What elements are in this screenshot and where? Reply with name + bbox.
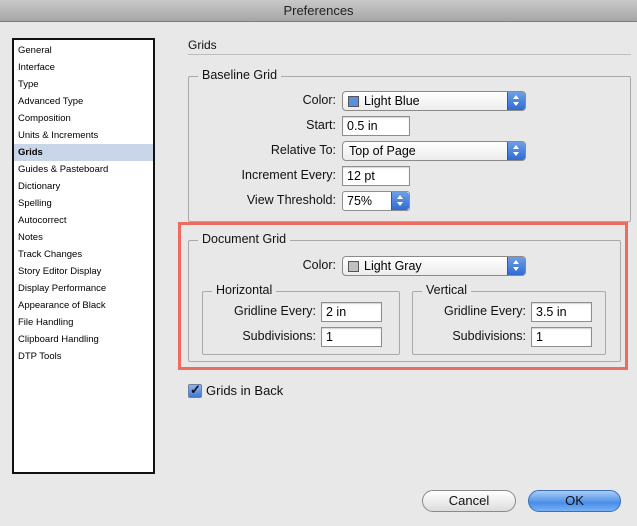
window-title: Preferences	[283, 3, 354, 18]
checkmark-icon: ✓	[190, 382, 201, 397]
window-title-bar: Preferences	[0, 0, 637, 22]
sidebar-item-spelling[interactable]: Spelling	[14, 195, 153, 212]
sidebar-item-appearance-of-black[interactable]: Appearance of Black	[14, 297, 153, 314]
preferences-category-list[interactable]: General Interface Type Advanced Type Composi…	[12, 38, 155, 474]
sidebar-item-dictionary[interactable]: Dictionary	[14, 178, 153, 195]
grids-in-back-label[interactable]: Grids in Back	[206, 383, 283, 398]
sidebar-item-advanced-type[interactable]: Advanced Type	[14, 93, 153, 110]
baseline-color-label: Color:	[302, 93, 336, 107]
section-title: Grids	[188, 38, 217, 52]
relative-to-label: Relative To:	[270, 143, 336, 157]
sidebar-item-file-handling[interactable]: File Handling	[14, 314, 153, 331]
sidebar-item-story-editor-display[interactable]: Story Editor Display	[14, 263, 153, 280]
grids-in-back-checkbox[interactable]: ✓	[188, 382, 202, 398]
sidebar-item-clipboard-handling[interactable]: Clipboard Handling	[14, 331, 153, 348]
view-threshold-stepper[interactable]: 75%	[342, 191, 410, 211]
view-threshold-label: View Threshold:	[246, 193, 336, 207]
sidebar-item-dtp-tools[interactable]: DTP Tools	[14, 348, 153, 365]
baseline-color-popup[interactable]: Light Blue	[342, 91, 526, 111]
relative-to-popup[interactable]: Top of Page	[342, 141, 526, 161]
color-swatch-icon	[348, 96, 359, 107]
baseline-color-value: Light Blue	[364, 94, 420, 108]
baseline-start-label: Start:	[306, 118, 336, 132]
sidebar-item-autocorrect[interactable]: Autocorrect	[14, 212, 153, 229]
view-threshold-value: 75%	[347, 194, 373, 208]
sidebar-item-general[interactable]: General	[14, 42, 153, 59]
sidebar-item-interface[interactable]: Interface	[14, 59, 153, 76]
increment-every-label: Increment Every:	[241, 168, 336, 182]
ok-button[interactable]: OK	[528, 490, 621, 512]
baseline-grid-legend: Baseline Grid	[198, 68, 282, 82]
popup-arrows-icon	[507, 142, 525, 160]
highlight-box	[178, 222, 628, 370]
sidebar-item-notes[interactable]: Notes	[14, 229, 153, 246]
baseline-start-input[interactable]: 0.5 in	[342, 116, 410, 136]
sidebar-item-type[interactable]: Type	[14, 76, 153, 93]
popup-arrows-icon	[507, 92, 525, 110]
sidebar-item-units-increments[interactable]: Units & Increments	[14, 127, 153, 144]
section-divider	[188, 54, 631, 55]
sidebar-item-track-changes[interactable]: Track Changes	[14, 246, 153, 263]
sidebar-item-guides-pasteboard[interactable]: Guides & Pasteboard	[14, 161, 153, 178]
stepper-arrows-icon[interactable]	[391, 192, 409, 210]
sidebar-item-grids[interactable]: Grids	[14, 144, 153, 161]
increment-every-input[interactable]: 12 pt	[342, 166, 410, 186]
relative-to-value: Top of Page	[349, 144, 416, 158]
preferences-window: General Interface Type Advanced Type Composi…	[0, 22, 637, 526]
cancel-button[interactable]: Cancel	[422, 490, 516, 512]
sidebar-item-display-performance[interactable]: Display Performance	[14, 280, 153, 297]
sidebar-item-composition[interactable]: Composition	[14, 110, 153, 127]
